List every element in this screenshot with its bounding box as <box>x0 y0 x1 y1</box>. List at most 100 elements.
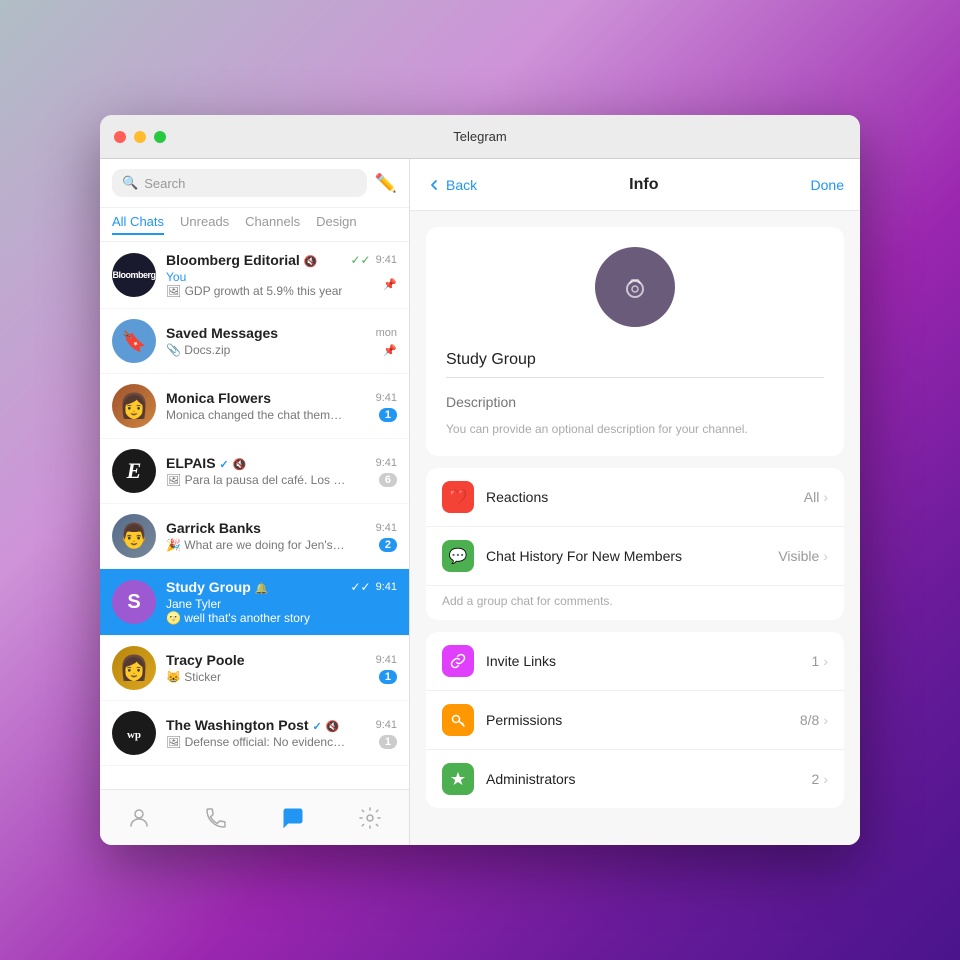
chat-name-tracy: Tracy Poole <box>166 652 245 668</box>
chat-item-tracy[interactable]: 👩 Tracy Poole 9:41 😸 Sticker 1 <box>100 636 409 701</box>
settings-item-reactions[interactable]: ❤️ Reactions All › <box>426 468 844 527</box>
chat-info-elpais: ELPAIS ✓ 🔇 9:41 🖼 Para la pausa del café… <box>166 455 397 487</box>
tab-unreads[interactable]: Unreads <box>180 214 229 235</box>
chat-item-elpais[interactable]: E ELPAIS ✓ 🔇 9:41 🖼 Para la pausa del ca… <box>100 439 409 504</box>
chat-name-garrick: Garrick Banks <box>166 520 261 536</box>
camera-icon <box>617 269 653 305</box>
group-description-input[interactable] <box>446 386 824 418</box>
chat-item-garrick[interactable]: 👨 Garrick Banks 9:41 🎉 What are we doing… <box>100 504 409 569</box>
app-title: Telegram <box>453 129 506 144</box>
chat-item-saved[interactable]: 🔖 Saved Messages mon 📎 Docs.zip 📌 <box>100 309 409 374</box>
chat-info-garrick: Garrick Banks 9:41 🎉 What are we doing f… <box>166 520 397 552</box>
tab-all-chats[interactable]: All Chats <box>112 214 164 235</box>
search-input-wrap[interactable]: 🔍 Search <box>112 169 367 197</box>
chat-name-monica: Monica Flowers <box>166 390 271 406</box>
chat-history-icon: 💬 <box>442 540 474 572</box>
chat-preview-study: 🌝 well that's another story <box>166 611 310 625</box>
chat-preview-bloomberg: 🖼 GDP growth at 5.9% this year <box>166 284 342 298</box>
svg-text:wp: wp <box>127 729 141 741</box>
chat-history-value: Visible <box>778 548 819 564</box>
settings-item-invite-links[interactable]: Invite Links 1 › <box>426 632 844 691</box>
read-check-study: ✓✓ <box>350 580 370 594</box>
reactions-label: Reactions <box>486 489 804 505</box>
group-name-input[interactable] <box>446 343 824 378</box>
nav-calls[interactable] <box>204 806 228 830</box>
nav-chats[interactable] <box>281 806 305 830</box>
wapo-logo: wp <box>118 717 150 749</box>
chat-info-monica: Monica Flowers 9:41 Monica changed the c… <box>166 390 397 422</box>
chat-info-saved: Saved Messages mon 📎 Docs.zip 📌 <box>166 325 397 357</box>
tab-design[interactable]: Design <box>316 214 356 235</box>
group-avatar[interactable] <box>595 247 675 327</box>
chat-sub-bloomberg: You <box>166 270 342 284</box>
titlebar: Telegram <box>100 115 860 159</box>
chat-info-tracy: Tracy Poole 9:41 😸 Sticker 1 <box>166 652 397 684</box>
chat-item-bloomberg[interactable]: Bloomberg Bloomberg Editorial 🔇 ✓✓ 9:41 <box>100 242 409 309</box>
avatar-study: S <box>112 580 156 624</box>
settings-item-administrators[interactable]: Administrators 2 › <box>426 750 844 808</box>
done-button[interactable]: Done <box>811 177 844 193</box>
back-chevron-icon <box>426 177 442 193</box>
chat-preview-wapo: 🖼 Defense official: No evidence Russia d… <box>166 735 346 749</box>
description-hint: You can provide an optional description … <box>446 422 748 436</box>
app-window: Telegram 🔍 Search ✏️ All Chats Unreads C… <box>100 115 860 845</box>
minimize-button[interactable] <box>134 131 146 143</box>
key-icon <box>449 711 467 729</box>
chat-item-monica[interactable]: 👩 Monica Flowers 9:41 Monica changed the… <box>100 374 409 439</box>
avatar-tracy: 👩 <box>112 646 156 690</box>
chat-item-study[interactable]: S Study Group 🔔 ✓✓ 9:41 Jane Tyler <box>100 569 409 636</box>
administrators-chevron-icon: › <box>823 771 828 787</box>
back-button[interactable]: Back <box>426 177 477 193</box>
traffic-lights <box>114 131 166 143</box>
chat-list: Bloomberg Bloomberg Editorial 🔇 ✓✓ 9:41 <box>100 242 409 789</box>
chat-name-wapo: The Washington Post ✓ 🔇 <box>166 717 339 733</box>
chat-time-saved: mon <box>376 327 397 339</box>
chats-icon <box>281 806 305 830</box>
chat-time-study: 9:41 <box>376 581 397 593</box>
right-panel: Back Info Done <box>410 159 860 845</box>
pin-icon-bloomberg: 📌 <box>383 278 397 291</box>
invite-links-value: 1 <box>812 653 820 669</box>
chat-item-wapo[interactable]: wp The Washington Post ✓ 🔇 9:41 🖼 Defens… <box>100 701 409 766</box>
settings-icon <box>358 806 382 830</box>
tab-channels[interactable]: Channels <box>245 214 300 235</box>
chat-time-wapo: 9:41 <box>376 719 397 731</box>
back-label: Back <box>446 177 477 193</box>
nav-settings[interactable] <box>358 806 382 830</box>
avatar-elpais: E <box>112 449 156 493</box>
avatar-bloomberg: Bloomberg <box>112 253 156 297</box>
permissions-value: 8/8 <box>800 712 819 728</box>
chat-preview-saved: 📎 Docs.zip <box>166 343 230 357</box>
nav-profile[interactable] <box>127 806 151 830</box>
badge-monica: 1 <box>379 408 397 422</box>
permissions-chevron-icon: › <box>823 712 828 728</box>
maximize-button[interactable] <box>154 131 166 143</box>
reactions-value: All <box>804 489 820 505</box>
comment-hint: Add a group chat for comments. <box>426 586 844 620</box>
chat-name-elpais: ELPAIS ✓ 🔇 <box>166 455 246 471</box>
avatar-monica: 👩 <box>112 384 156 428</box>
settings-item-chat-history[interactable]: 💬 Chat History For New Members Visible › <box>426 527 844 586</box>
star-icon <box>449 770 467 788</box>
filter-tabs: All Chats Unreads Channels Design <box>100 208 409 242</box>
read-check-bloomberg: ✓✓ <box>350 253 370 267</box>
compose-button[interactable]: ✏️ <box>375 173 397 194</box>
chat-preview-garrick: 🎉 What are we doing for Jen's birthday o… <box>166 538 346 552</box>
search-input[interactable]: Search <box>144 176 185 191</box>
chat-info-wapo: The Washington Post ✓ 🔇 9:41 🖼 Defense o… <box>166 717 397 749</box>
chat-sub-study: Jane Tyler <box>166 597 310 611</box>
reactions-chevron-icon: › <box>823 489 828 505</box>
permissions-icon <box>442 704 474 736</box>
settings-section-manage: Invite Links 1 › Permissions <box>426 632 844 808</box>
chat-name-study: Study Group 🔔 <box>166 579 268 595</box>
chat-history-chevron-icon: › <box>823 548 828 564</box>
chat-time-garrick: 9:41 <box>376 522 397 534</box>
close-button[interactable] <box>114 131 126 143</box>
settings-item-permissions[interactable]: Permissions 8/8 › <box>426 691 844 750</box>
chat-preview-elpais: 🖼 Para la pausa del café. Los ciudadanos… <box>166 473 346 487</box>
administrators-value: 2 <box>812 771 820 787</box>
left-panel: 🔍 Search ✏️ All Chats Unreads Channels D… <box>100 159 410 845</box>
invite-links-icon <box>442 645 474 677</box>
face-icon-tracy: 👩 <box>119 654 149 683</box>
face-icon-garrick: 👨 <box>119 522 149 551</box>
